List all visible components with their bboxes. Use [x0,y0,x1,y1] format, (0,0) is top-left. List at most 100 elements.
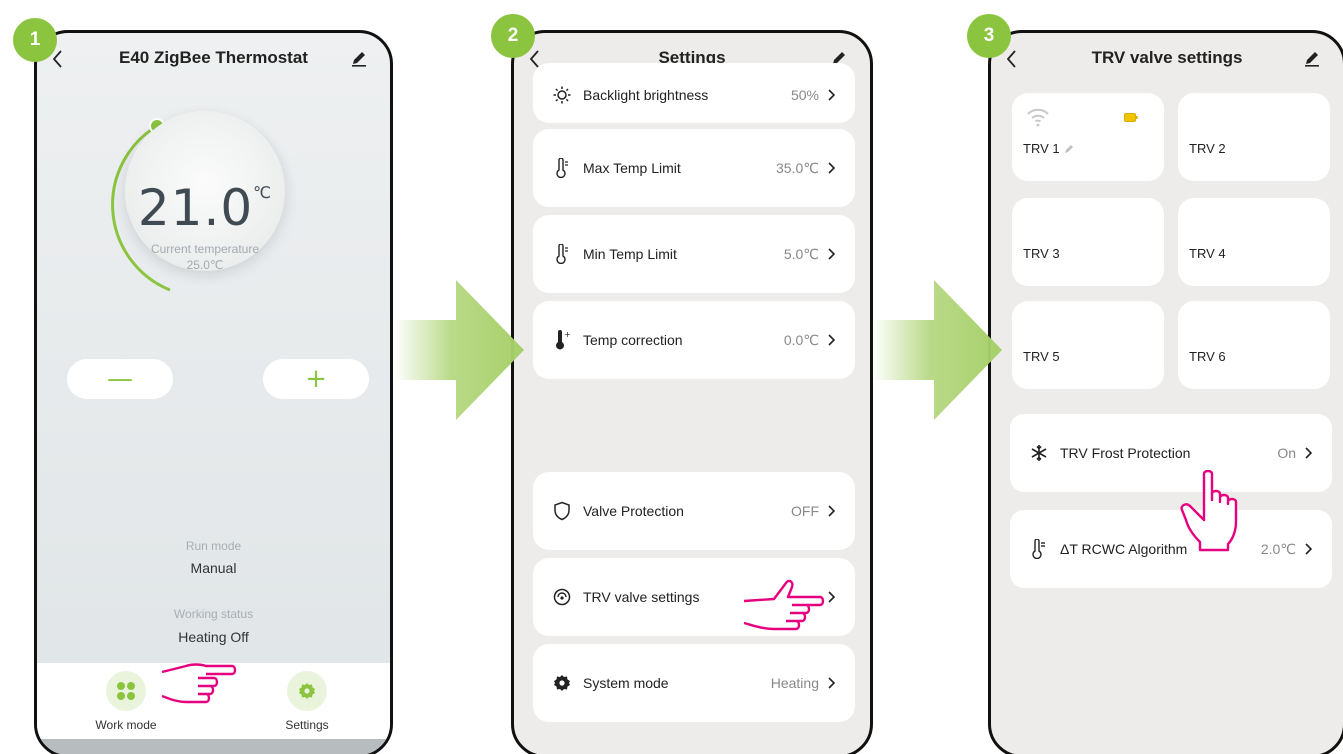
thermometer-icon [1028,539,1050,559]
snowflake-icon [1028,444,1050,462]
setpoint-unit: ℃ [253,183,273,202]
rename-pencil-icon[interactable] [1064,144,1074,154]
pointing-hand-icon [1180,470,1238,552]
row-label: Valve Protection [583,503,684,519]
trv-name: TRV 5 [1023,349,1060,364]
chevron-right-icon [828,505,835,517]
row-value: Heating [770,675,819,691]
run-mode-value: Manual [190,560,237,576]
chevron-right-icon [828,248,835,260]
row-label: Min Temp Limit [583,246,677,262]
algo-row-content: ΔT RCWC Algorithm 2.0℃ [1010,529,1332,569]
thermometer-icon [551,158,573,178]
trv-tile-3[interactable]: TRV 3 [1012,198,1164,286]
chevron-right-icon [828,677,835,689]
gear-icon [551,674,573,692]
edit-icon[interactable] [1303,49,1321,67]
increase-button[interactable]: + [263,359,369,399]
page-title: E40 ZigBee Thermostat [119,48,308,67]
decrease-button[interactable]: — [67,359,173,399]
trv-name: TRV 2 [1189,141,1226,156]
working-status-label: Working status [173,607,254,621]
valve-icon [551,588,573,606]
system-mode-row[interactable]: System mode Heating [533,663,855,703]
row-label: Backlight brightness [583,87,709,103]
run-mode-label: Run mode [185,539,242,553]
backlight-brightness-row[interactable]: Backlight brightness 50% [533,75,855,115]
trv-name: TRV 1 [1023,141,1060,156]
plus-icon: + [305,364,327,394]
setpoint-temperature: 21.0℃ [125,179,285,237]
header: TRV valve settings [991,43,1343,75]
thermostat-screen: E40 ZigBee Thermostat 21.0℃ Current temp… [34,30,393,754]
trv-tile-6[interactable]: TRV 6 [1178,301,1330,389]
step-arrow-1 [394,280,524,420]
settings-card-min-temp: Min Temp Limit 5.0℃ [533,215,855,293]
temp-correction-row[interactable]: + Temp correction 0.0℃ [533,320,855,360]
temp-correction-icon: + [551,330,573,350]
row-value: 50% [790,87,819,103]
chevron-right-icon [828,89,835,101]
chevron-right-icon [828,334,835,346]
row-value: OFF [791,503,819,519]
current-temperature-label: Current temperature [150,242,260,256]
system-nav-bar [37,739,390,754]
grid-icon [106,671,146,711]
settings-screen: Settings Backlight brightness 50% Max Te… [511,30,873,754]
min-temp-limit-row[interactable]: Min Temp Limit 5.0℃ [533,234,855,274]
trv-name: TRV 3 [1023,246,1060,261]
chevron-right-icon [828,162,835,174]
row-label: Temp correction [583,332,683,348]
row-label: Max Temp Limit [583,160,681,176]
trv-frost-protection-row[interactable]: TRV Frost Protection On [1010,414,1332,492]
row-value: 0.0℃ [783,331,819,348]
valve-protection-row[interactable]: Valve Protection OFF [533,491,855,531]
frost-protection-label: TRV Frost Protection [1060,445,1191,461]
trv-valve-settings-screen: TRV valve settings TRV 1 TRV 2 TRV 3 TRV… [988,30,1343,754]
settings-label: Settings [285,718,329,732]
rcwc-algorithm-row[interactable]: ΔT RCWC Algorithm 2.0℃ [1010,510,1332,588]
algorithm-value: 2.0℃ [1260,540,1296,557]
battery-icon [1124,113,1138,122]
brightness-icon [551,86,573,104]
page-title: TRV valve settings [1091,48,1243,67]
header: E40 ZigBee Thermostat [37,43,390,75]
minus-icon: — [107,364,133,394]
chevron-right-icon [1305,543,1312,555]
pointing-hand-icon [743,579,825,631]
thermometer-icon [551,244,573,264]
row-label: System mode [583,675,669,691]
settings-button[interactable]: Settings [257,671,357,732]
step-badge-1: 1 [13,18,57,62]
edit-icon[interactable] [350,49,368,67]
settings-card-backlight: Backlight brightness 50% [533,63,855,123]
pointing-hand-icon [161,663,237,704]
chevron-right-icon [1305,447,1312,459]
shield-icon [551,501,573,521]
wifi-icon [1027,108,1049,127]
step-badge-3: 3 [967,14,1011,58]
settings-card-system-mode: System mode Heating [533,644,855,722]
trv-tile-4[interactable]: TRV 4 [1178,198,1330,286]
max-temp-limit-row[interactable]: Max Temp Limit 35.0℃ [533,148,855,188]
trv-tile-2[interactable]: TRV 2 [1178,93,1330,181]
trv-name: TRV 6 [1189,349,1226,364]
step-badge-2: 2 [491,14,535,58]
step-arrow-2 [872,280,1002,420]
settings-card-valve-protection: Valve Protection OFF [533,472,855,550]
trv-name: TRV 4 [1189,246,1226,261]
frost-protection-value: On [1277,445,1296,461]
settings-card-temp-correction: + Temp correction 0.0℃ [533,301,855,379]
work-mode-label: Work mode [95,718,157,732]
trv-tile-5[interactable]: TRV 5 [1012,301,1164,389]
current-temperature: Current temperature 25.0℃ [125,241,285,273]
trv-tile-1[interactable]: TRV 1 [1012,93,1164,181]
svg-text:+: + [564,330,570,339]
working-status-value: Heating Off [178,629,249,645]
setpoint-value: 21.0 [137,179,254,237]
row-value: 35.0℃ [776,159,819,176]
row-value: 5.0℃ [783,245,819,262]
current-temperature-value: 25.0℃ [186,258,224,272]
gear-icon [287,671,327,711]
frost-row-content: TRV Frost Protection On [1010,433,1332,473]
